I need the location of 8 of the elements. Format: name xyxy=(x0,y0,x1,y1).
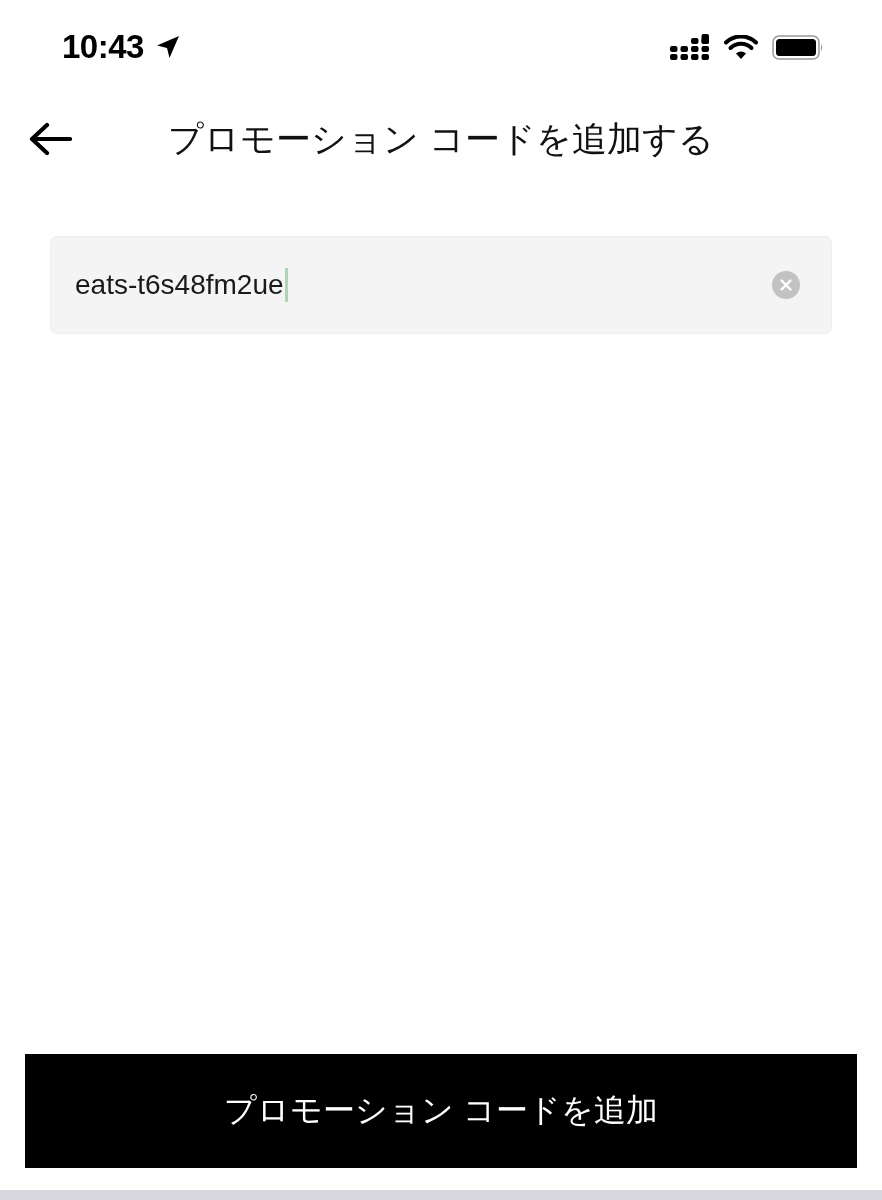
battery-icon xyxy=(772,34,824,60)
promo-code-field[interactable]: eats-t6s48fm2ue xyxy=(50,236,832,334)
page-title: プロモーション コードを追加する xyxy=(167,118,715,160)
add-promo-code-button[interactable]: プロモーション コードを追加 xyxy=(25,1054,857,1168)
wifi-icon xyxy=(724,34,758,60)
signal-icon xyxy=(670,34,710,60)
status-time: 10:43 xyxy=(62,27,144,67)
back-arrow-icon[interactable] xyxy=(28,122,72,156)
